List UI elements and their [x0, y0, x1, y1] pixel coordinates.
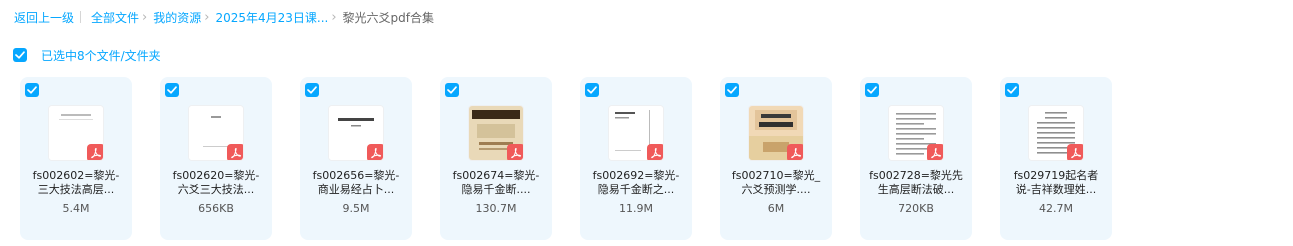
- file-thumbnail: [749, 106, 803, 160]
- pdf-icon: [87, 144, 103, 160]
- check-icon: [867, 86, 877, 94]
- file-card[interactable]: fs002728=黎光先 生高层断法破... 720KB: [860, 77, 972, 240]
- check-icon: [1007, 86, 1017, 94]
- file-name-line-2: 商业易经占卜...: [317, 183, 395, 196]
- pdf-icon: [1067, 144, 1083, 160]
- file-name[interactable]: fs002728=黎光先 生高层断法破...: [864, 169, 968, 197]
- file-name-line-1: fs002602=黎光-: [32, 169, 120, 182]
- selection-bar: 已选中8个文件/文件夹: [13, 47, 161, 63]
- file-checkbox[interactable]: [305, 83, 319, 97]
- file-name-line-2: 说-吉祥数理姓...: [1015, 183, 1097, 196]
- file-name[interactable]: fs002710=黎光_ 六爻预测学....: [724, 169, 828, 197]
- file-name[interactable]: fs002656=黎光- 商业易经占卜...: [304, 169, 408, 197]
- file-name-line-1: fs002728=黎光先: [869, 169, 963, 182]
- file-name-line-1: fs002710=黎光_: [731, 169, 821, 182]
- file-size: 130.7M: [475, 202, 517, 215]
- chevron-right-icon: ›: [142, 9, 148, 25]
- file-thumbnail: [609, 106, 663, 160]
- pdf-icon: [227, 144, 243, 160]
- file-name-line-2: 六爻预测学....: [741, 183, 811, 196]
- file-size: 720KB: [898, 202, 934, 215]
- file-card[interactable]: fs002602=黎光- 三大技法高层... 5.4M: [20, 77, 132, 240]
- file-size: 9.5M: [342, 202, 370, 215]
- chevron-right-icon: ›: [331, 9, 337, 25]
- file-card[interactable]: fs002656=黎光- 商业易经占卜... 9.5M: [300, 77, 412, 240]
- breadcrumb-divider: [80, 11, 82, 23]
- selection-count-label: 已选中8个文件/文件夹: [41, 48, 161, 63]
- check-icon: [727, 86, 737, 94]
- select-all-checkbox[interactable]: [13, 48, 27, 62]
- file-name-line-2: 隐易千金断....: [461, 183, 531, 196]
- file-name[interactable]: fs002620=黎光- 六爻三大技法...: [164, 169, 268, 197]
- file-checkbox[interactable]: [445, 83, 459, 97]
- file-card[interactable]: fs002710=黎光_ 六爻预测学.... 6M: [720, 77, 832, 240]
- pdf-icon: [647, 144, 663, 160]
- file-size: 5.4M: [62, 202, 90, 215]
- breadcrumb-all-files[interactable]: 全部文件: [91, 9, 139, 26]
- file-name-line-1: fs002620=黎光-: [172, 169, 260, 182]
- file-name-line-1: fs002656=黎光-: [312, 169, 400, 182]
- file-thumbnail: [889, 106, 943, 160]
- check-icon: [307, 86, 317, 94]
- file-name[interactable]: fs002602=黎光- 三大技法高层...: [24, 169, 128, 197]
- file-size: 656KB: [198, 202, 234, 215]
- check-icon: [447, 86, 457, 94]
- file-name-line-1: fs002692=黎光-: [592, 169, 680, 182]
- file-thumbnail: [469, 106, 523, 160]
- pdf-icon: [507, 144, 523, 160]
- pdf-icon: [787, 144, 803, 160]
- file-size: 6M: [767, 202, 785, 215]
- file-size: 42.7M: [1039, 202, 1073, 215]
- file-name[interactable]: fs002674=黎光- 隐易千金断....: [444, 169, 548, 197]
- file-checkbox[interactable]: [725, 83, 739, 97]
- check-icon: [27, 86, 37, 94]
- file-name-line-2: 生高层断法破...: [877, 183, 955, 196]
- file-checkbox[interactable]: [25, 83, 39, 97]
- chevron-right-icon: ›: [204, 9, 210, 25]
- pdf-icon: [927, 144, 943, 160]
- file-thumbnail: [49, 106, 103, 160]
- file-checkbox[interactable]: [585, 83, 599, 97]
- file-name[interactable]: fs029719起名者 说-吉祥数理姓...: [1004, 169, 1108, 197]
- check-icon: [15, 51, 25, 59]
- file-checkbox[interactable]: [865, 83, 879, 97]
- breadcrumb-current-folder: 黎光六爻pdf合集: [342, 10, 435, 25]
- file-thumbnail: [329, 106, 383, 160]
- file-thumbnail: [1029, 106, 1083, 160]
- file-name[interactable]: fs002692=黎光- 隐易千金断之...: [584, 169, 688, 197]
- breadcrumb-course-folder[interactable]: 2025年4月23日课...: [215, 9, 328, 26]
- file-name-line-1: fs002674=黎光-: [452, 169, 540, 182]
- file-size: 11.9M: [619, 202, 653, 215]
- check-icon: [587, 86, 597, 94]
- file-thumbnail: [189, 106, 243, 160]
- file-card[interactable]: fs002674=黎光- 隐易千金断.... 130.7M: [440, 77, 552, 240]
- file-card[interactable]: fs002620=黎光- 六爻三大技法... 656KB: [160, 77, 272, 240]
- file-checkbox[interactable]: [165, 83, 179, 97]
- file-name-line-1: fs029719起名者: [1013, 169, 1099, 182]
- pdf-icon: [367, 144, 383, 160]
- file-name-line-2: 六爻三大技法...: [177, 183, 255, 196]
- file-name-line-2: 隐易千金断之...: [597, 183, 675, 196]
- file-card[interactable]: fs029719起名者 说-吉祥数理姓... 42.7M: [1000, 77, 1112, 240]
- check-icon: [167, 86, 177, 94]
- file-checkbox[interactable]: [1005, 83, 1019, 97]
- file-name-line-2: 三大技法高层...: [37, 183, 115, 196]
- breadcrumb-back-link[interactable]: 返回上一级: [14, 9, 74, 26]
- file-card[interactable]: fs002692=黎光- 隐易千金断之... 11.9M: [580, 77, 692, 240]
- breadcrumb-my-resources[interactable]: 我的资源: [153, 9, 201, 26]
- breadcrumb: 返回上一级 全部文件 › 我的资源 › 2025年4月23日课... › 黎光六…: [14, 8, 434, 26]
